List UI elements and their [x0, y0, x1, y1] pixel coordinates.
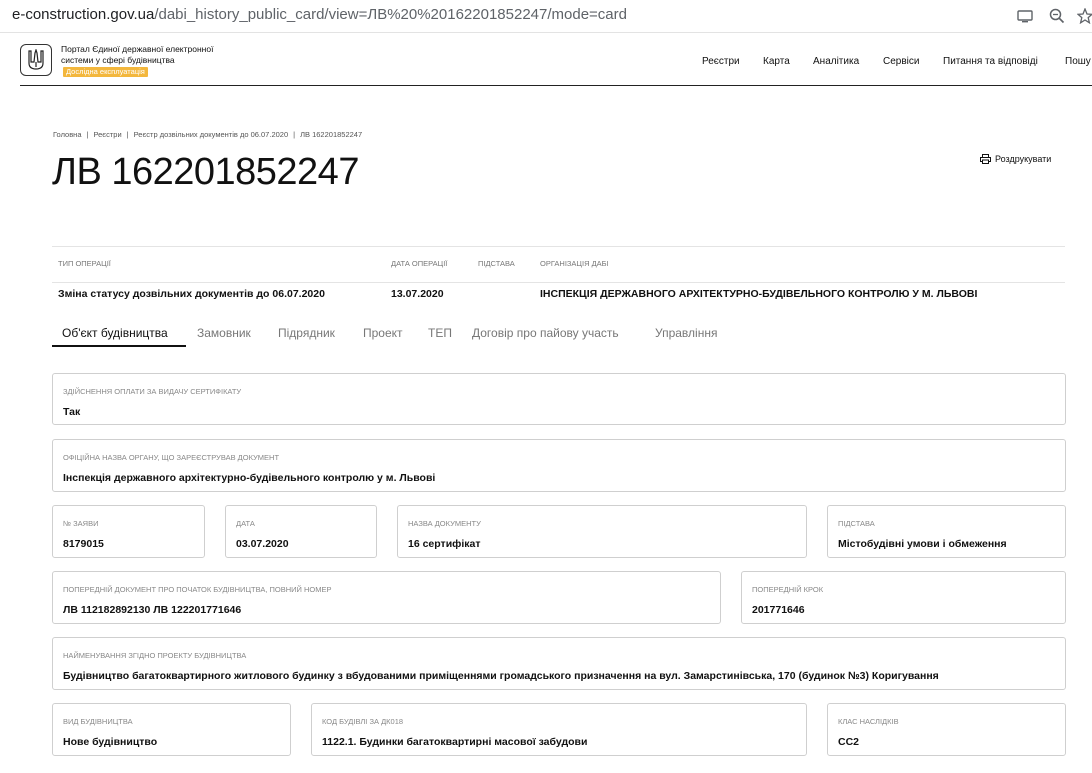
beta-badge: Дослідна експлуатація: [63, 67, 148, 77]
field-value: Інспекція державного архітектурно-будіве…: [63, 472, 436, 484]
printer-icon: [980, 154, 991, 164]
ops-header-basis: ПІДСТАВА: [478, 259, 515, 268]
print-label: Роздрукувати: [995, 154, 1052, 164]
breadcrumb-home[interactable]: Головна: [53, 130, 82, 139]
trident-logo[interactable]: [20, 44, 52, 76]
portal-title[interactable]: Портал Єдиної державної електронної сист…: [61, 44, 231, 77]
field-label: КОД БУДІВЛІ ЗА ДК018: [322, 717, 404, 726]
ops-header-date: ДАТА ОПЕРАЦІЇ: [391, 259, 448, 268]
tab-contractor[interactable]: Підрядник: [278, 326, 335, 340]
field-label: НАЗВА ДОКУМЕНТУ: [408, 519, 481, 528]
nav-faq[interactable]: Питання та відповіді: [943, 56, 1038, 67]
nav-registries[interactable]: Реєстри: [702, 56, 740, 67]
field-basis: ПІДСТАВА Містобудівні умови і обмеження: [827, 505, 1066, 558]
field-registering-body: ОФІЦІЙНА НАЗВА ОРГАНУ, ЩО ЗАРЕЄСТРУВАВ Д…: [52, 439, 1066, 492]
field-value: 8179015: [63, 538, 104, 550]
header-divider: [20, 85, 1092, 86]
field-value: ЛВ 112182892130 ЛВ 122201771646: [63, 604, 242, 616]
breadcrumb-permits-registry[interactable]: Реєстр дозвільних документів до 06.07.20…: [134, 130, 289, 139]
field-label: НАЙМЕНУВАННЯ ЗГІДНО ПРОЕКТУ БУДІВНИЦТВА: [63, 651, 247, 660]
ops-cell-type: Зміна статусу дозвільних документів до 0…: [58, 288, 325, 300]
field-label: КЛАС НАСЛІДКІВ: [838, 717, 899, 726]
field-value: 201771646: [752, 604, 805, 616]
nav-analytics[interactable]: Аналітика: [813, 56, 859, 67]
field-document-name: НАЗВА ДОКУМЕНТУ 16 сертифікат: [397, 505, 807, 558]
portal-title-text: Портал Єдиної державної електронної сист…: [61, 44, 214, 65]
nav-map[interactable]: Карта: [763, 56, 790, 67]
tab-customer[interactable]: Замовник: [197, 326, 251, 340]
tab-equity-agreement[interactable]: Договір про пайову участь: [472, 326, 619, 340]
coat-of-arms-icon: [28, 49, 44, 70]
field-date: ДАТА 03.07.2020: [225, 505, 377, 558]
field-value: 16 сертифікат: [408, 538, 481, 550]
field-construction-type: ВИД БУДІВНИЦТВА Нове будівництво: [52, 703, 291, 756]
breadcrumb: Головна | Реєстри | Реєстр дозвільних докуме…: [53, 130, 363, 139]
ops-header-type: ТИП ОПЕРАЦІЇ: [58, 259, 111, 268]
field-label: ПОПЕРЕДНІЙ ДОКУМЕНТ ПРО ПОЧАТОК БУДІВНИЦ…: [63, 585, 332, 594]
field-previous-step: ПОПЕРЕДНІЙ КРОК 201771646: [741, 571, 1066, 624]
print-button[interactable]: Роздрукувати: [980, 154, 1051, 164]
field-value: 03.07.2020: [236, 538, 289, 550]
field-label: ЗДІЙСНЕННЯ ОПЛАТИ ЗА ВИДАЧУ СЕРТИФІКАТУ: [63, 387, 242, 396]
nav-search[interactable]: Пошу: [1065, 56, 1091, 67]
field-application-number: № ЗАЯВИ 8179015: [52, 505, 205, 558]
field-value: Нове будівництво: [63, 736, 158, 748]
field-value: СС2: [838, 736, 860, 748]
page-title: ЛВ 162201852247: [52, 151, 359, 193]
field-value: 1122.1. Будинки багатоквартирні масової …: [322, 736, 588, 748]
ops-cell-organization: ІНСПЕКЦІЯ ДЕРЖАВНОГО АРХІТЕКТУРНО-БУДІВЕ…: [540, 288, 978, 300]
url-host: e-construction.gov.ua: [12, 6, 155, 23]
operations-header-divider: [52, 282, 1065, 283]
browser-address-bar: e-construction.gov.ua/dabi_history_publi…: [0, 0, 1092, 33]
field-consequence-class: КЛАС НАСЛІДКІВ СС2: [827, 703, 1066, 756]
field-value: Так: [63, 406, 81, 418]
tab-project[interactable]: Проект: [363, 326, 403, 340]
breadcrumb-registries[interactable]: Реєстри: [93, 130, 121, 139]
field-project-name: НАЙМЕНУВАННЯ ЗГІДНО ПРОЕКТУ БУДІВНИЦТВА …: [52, 637, 1066, 690]
url-field[interactable]: e-construction.gov.ua/dabi_history_publi…: [12, 6, 627, 23]
active-tab-indicator: [52, 345, 186, 347]
nav-services[interactable]: Сервіси: [883, 56, 919, 67]
tab-management[interactable]: Управління: [655, 326, 717, 340]
ops-header-organization: ОРГАНІЗАЦІЯ ДАБІ: [540, 259, 609, 268]
field-label: ОФІЦІЙНА НАЗВА ОРГАНУ, ЩО ЗАРЕЄСТРУВАВ Д…: [63, 453, 280, 462]
tab-tep[interactable]: ТЕП: [428, 326, 452, 340]
operations-top-border: [52, 246, 1065, 247]
field-label: ВИД БУДІВНИЦТВА: [63, 717, 133, 726]
field-label: ПОПЕРЕДНІЙ КРОК: [752, 585, 824, 594]
bookmark-star-icon[interactable]: [1074, 5, 1092, 27]
field-label: ПІДСТАВА: [838, 519, 875, 528]
zoom-icon[interactable]: [1046, 5, 1068, 27]
breadcrumb-current: ЛВ 162201852247: [300, 130, 363, 139]
tab-construction-object[interactable]: Об'єкт будівництва: [62, 326, 168, 340]
cast-icon[interactable]: [1014, 5, 1036, 27]
field-previous-document: ПОПЕРЕДНІЙ ДОКУМЕНТ ПРО ПОЧАТОК БУДІВНИЦ…: [52, 571, 721, 624]
field-label: № ЗАЯВИ: [63, 519, 99, 528]
field-value: Містобудівні умови і обмеження: [838, 538, 1007, 550]
ops-cell-date: 13.07.2020: [391, 288, 444, 300]
field-certificate-payment: ЗДІЙСНЕННЯ ОПЛАТИ ЗА ВИДАЧУ СЕРТИФІКАТУ …: [52, 373, 1066, 425]
url-path: /dabi_history_public_card/view=ЛВ%20%201…: [154, 6, 627, 23]
field-building-code: КОД БУДІВЛІ ЗА ДК018 1122.1. Будинки баг…: [311, 703, 807, 756]
field-label: ДАТА: [236, 519, 255, 528]
field-value: Будівництво багатоквартирного житлового …: [63, 670, 939, 682]
